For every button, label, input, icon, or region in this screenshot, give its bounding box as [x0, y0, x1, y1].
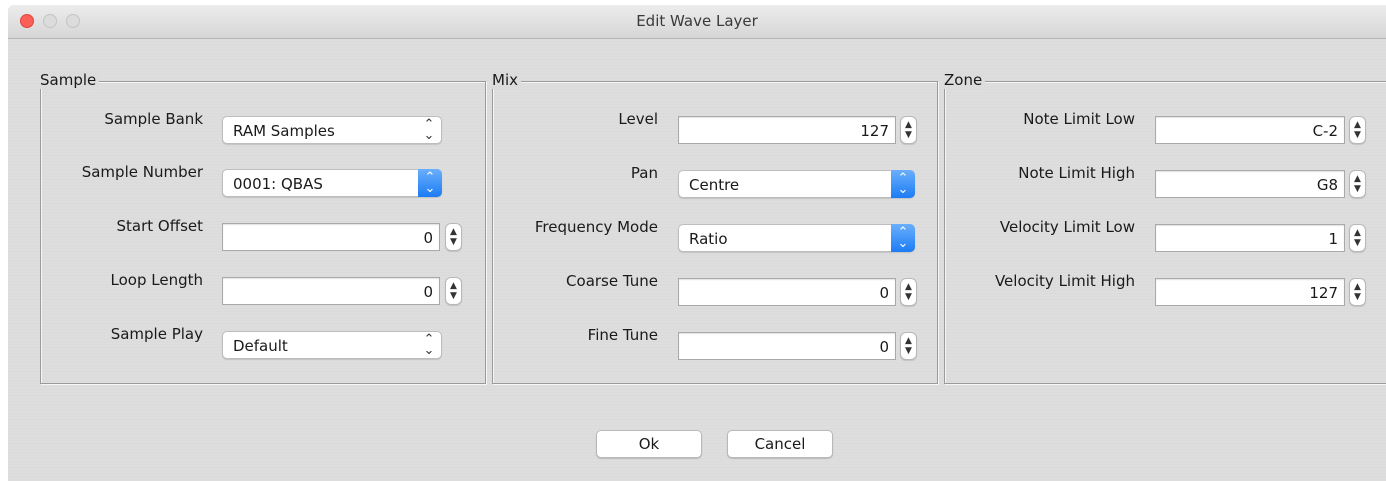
- velocity-limit-high-row: Velocity Limit High 127 ▲ ▼: [945, 272, 1386, 308]
- note-limit-high-label: Note Limit High: [1018, 164, 1135, 182]
- sample-legend: Sample: [40, 72, 100, 89]
- sample-play-label: Sample Play: [110, 325, 203, 343]
- note-limit-high-row: Note Limit High G8 ▲ ▼: [945, 164, 1386, 200]
- up-down-chevron-icon: ⌃ ⌄: [418, 169, 442, 197]
- start-offset-value: 0: [423, 229, 433, 247]
- velocity-limit-high-field[interactable]: 127: [1155, 278, 1345, 306]
- sample-number-label: Sample Number: [81, 163, 203, 181]
- loop-length-field[interactable]: 0: [222, 277, 440, 305]
- mix-panel: Mix Level 127 ▲ ▼ Pan Centre ⌃ ⌄ Frequenc…: [492, 72, 938, 384]
- stepper-down-icon[interactable]: ▼: [1350, 185, 1365, 194]
- velocity-limit-low-stepper[interactable]: ▲ ▼: [1349, 224, 1366, 252]
- velocity-limit-high-label: Velocity Limit High: [994, 272, 1135, 290]
- fine-tune-value: 0: [879, 338, 889, 356]
- level-label: Level: [618, 110, 658, 128]
- sample-number-value: 0001: QBAS: [233, 175, 323, 193]
- coarse-tune-stepper[interactable]: ▲ ▼: [900, 278, 917, 306]
- velocity-limit-low-label: Velocity Limit Low: [999, 218, 1135, 236]
- velocity-limit-high-value: 127: [1309, 284, 1338, 302]
- sample-number-select[interactable]: 0001: QBAS ⌃ ⌄: [222, 169, 442, 197]
- zone-legend: Zone: [944, 72, 986, 89]
- stepper-down-icon[interactable]: ▼: [446, 292, 461, 301]
- velocity-limit-low-field[interactable]: 1: [1155, 224, 1345, 252]
- velocity-limit-low-row: Velocity Limit Low 1 ▲ ▼: [945, 218, 1386, 254]
- frequency-mode-select[interactable]: Ratio ⌃ ⌄: [678, 224, 915, 252]
- level-row: Level 127 ▲ ▼: [493, 110, 937, 146]
- stepper-up-icon[interactable]: ▲: [1350, 229, 1365, 238]
- fine-tune-row: Fine Tune 0 ▲ ▼: [493, 326, 937, 362]
- level-value: 127: [860, 122, 889, 140]
- fine-tune-field[interactable]: 0: [678, 332, 896, 360]
- start-offset-label: Start Offset: [116, 217, 203, 235]
- sample-number-row: Sample Number 0001: QBAS ⌃ ⌄: [41, 163, 485, 199]
- sample-play-select[interactable]: Default ⌃ ⌄: [222, 331, 442, 359]
- level-stepper[interactable]: ▲ ▼: [900, 116, 917, 144]
- note-limit-low-value: C-2: [1312, 122, 1338, 140]
- coarse-tune-field[interactable]: 0: [678, 278, 896, 306]
- note-limit-low-label: Note Limit Low: [1023, 110, 1135, 128]
- window-title: Edit Wave Layer: [636, 12, 758, 30]
- stepper-down-icon[interactable]: ▼: [901, 347, 916, 356]
- coarse-tune-row: Coarse Tune 0 ▲ ▼: [493, 272, 937, 308]
- stepper-up-icon[interactable]: ▲: [901, 283, 916, 292]
- zone-panel: Zone Note Limit Low C-2 ▲ ▼ Note Limit H…: [944, 72, 1386, 384]
- sample-bank-label: Sample Bank: [104, 110, 203, 128]
- up-down-chevron-icon: ⌃ ⌄: [423, 332, 435, 358]
- loop-length-label: Loop Length: [110, 271, 203, 289]
- frequency-mode-row: Frequency Mode Ratio ⌃ ⌄: [493, 218, 937, 254]
- stepper-up-icon[interactable]: ▲: [1350, 175, 1365, 184]
- stepper-up-icon[interactable]: ▲: [446, 282, 461, 291]
- sample-panel: Sample Sample Bank RAM Samples ⌃ ⌄ Sample…: [40, 72, 486, 384]
- coarse-tune-label: Coarse Tune: [566, 272, 658, 290]
- velocity-limit-high-stepper[interactable]: ▲ ▼: [1349, 278, 1366, 306]
- up-down-chevron-icon: ⌃ ⌄: [891, 170, 915, 198]
- start-offset-stepper[interactable]: ▲ ▼: [445, 223, 462, 251]
- velocity-limit-low-value: 1: [1328, 230, 1338, 248]
- mix-legend: Mix: [492, 72, 521, 89]
- pan-row: Pan Centre ⌃ ⌄: [493, 164, 937, 200]
- stepper-down-icon[interactable]: ▼: [446, 238, 461, 247]
- up-down-chevron-icon: ⌃ ⌄: [891, 224, 915, 252]
- frequency-mode-value: Ratio: [689, 230, 728, 248]
- sample-play-value: Default: [233, 337, 288, 355]
- coarse-tune-value: 0: [879, 284, 889, 302]
- fine-tune-label: Fine Tune: [587, 326, 658, 344]
- level-field[interactable]: 127: [678, 116, 896, 144]
- stepper-up-icon[interactable]: ▲: [901, 121, 916, 130]
- cancel-button[interactable]: Cancel: [727, 430, 833, 458]
- pan-label: Pan: [630, 164, 658, 182]
- note-limit-low-stepper[interactable]: ▲ ▼: [1349, 116, 1366, 144]
- loop-length-stepper[interactable]: ▲ ▼: [445, 277, 462, 305]
- sample-play-row: Sample Play Default ⌃ ⌄: [41, 325, 485, 361]
- up-down-chevron-icon: ⌃ ⌄: [423, 117, 435, 143]
- pan-value: Centre: [689, 176, 740, 194]
- stepper-down-icon[interactable]: ▼: [1350, 293, 1365, 302]
- note-limit-high-stepper[interactable]: ▲ ▼: [1349, 170, 1366, 198]
- stepper-down-icon[interactable]: ▼: [901, 293, 916, 302]
- note-limit-high-value: G8: [1316, 176, 1338, 194]
- note-limit-low-field[interactable]: C-2: [1155, 116, 1345, 144]
- ok-button[interactable]: Ok: [596, 430, 702, 458]
- frequency-mode-label: Frequency Mode: [534, 218, 658, 236]
- stepper-down-icon[interactable]: ▼: [1350, 239, 1365, 248]
- sample-bank-select[interactable]: RAM Samples ⌃ ⌄: [222, 116, 442, 144]
- edit-wave-layer-window: Edit Wave Layer Sample Sample Bank RAM S…: [8, 5, 1386, 481]
- stepper-up-icon[interactable]: ▲: [901, 337, 916, 346]
- start-offset-field[interactable]: 0: [222, 223, 440, 251]
- stepper-up-icon[interactable]: ▲: [1350, 121, 1365, 130]
- stepper-up-icon[interactable]: ▲: [1350, 283, 1365, 292]
- sample-bank-value: RAM Samples: [233, 122, 335, 140]
- stepper-down-icon[interactable]: ▼: [1350, 131, 1365, 140]
- sample-bank-row: Sample Bank RAM Samples ⌃ ⌄: [41, 110, 485, 146]
- pan-select[interactable]: Centre ⌃ ⌄: [678, 170, 915, 198]
- loop-length-row: Loop Length 0 ▲ ▼: [41, 271, 485, 307]
- title-bar[interactable]: Edit Wave Layer: [8, 5, 1386, 39]
- start-offset-row: Start Offset 0 ▲ ▼: [41, 217, 485, 253]
- note-limit-low-row: Note Limit Low C-2 ▲ ▼: [945, 110, 1386, 146]
- note-limit-high-field[interactable]: G8: [1155, 170, 1345, 198]
- loop-length-value: 0: [423, 283, 433, 301]
- fine-tune-stepper[interactable]: ▲ ▼: [900, 332, 917, 360]
- stepper-down-icon[interactable]: ▼: [901, 131, 916, 140]
- stepper-up-icon[interactable]: ▲: [446, 228, 461, 237]
